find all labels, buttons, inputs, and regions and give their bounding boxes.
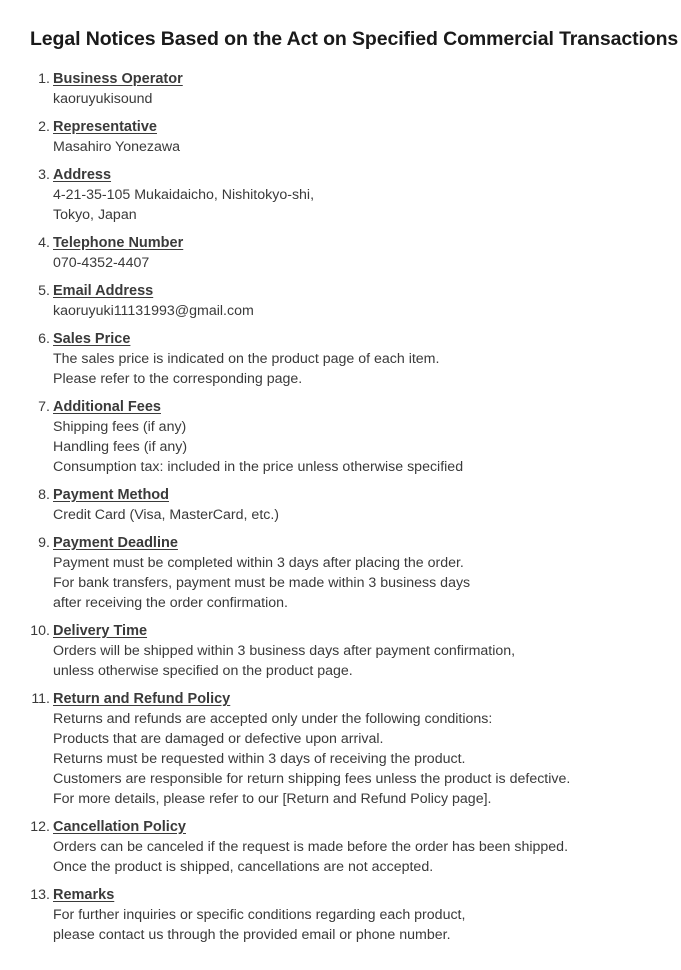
item-line: 070-4352-4407 — [53, 255, 150, 271]
item-line: For more details, please refer to our [R… — [53, 791, 492, 807]
notice-item-3: 3. Address 4-21-35-105 Mukaidaicho, Nish… — [30, 165, 681, 225]
item-number: 11. — [31, 691, 50, 707]
item-line: Once the product is shipped, cancellatio… — [53, 859, 434, 875]
notice-item-11: 11. Return and Refund Policy Returns and… — [30, 689, 681, 809]
item-body: Payment must be completed within 3 days … — [53, 553, 681, 613]
notice-item-7: 7. Additional Fees Shipping fees (if any… — [30, 397, 681, 477]
item-heading: Email Address — [53, 283, 154, 299]
item-number: 13. — [30, 887, 50, 903]
item-heading: Payment Deadline — [53, 535, 178, 551]
item-heading: Return and Refund Policy — [53, 691, 231, 707]
item-body: Returns and refunds are accepted only un… — [53, 709, 681, 809]
notice-item-8: 8. Payment Method Credit Card (Visa, Mas… — [30, 485, 681, 525]
item-line: Customers are responsible for return shi… — [53, 771, 571, 787]
notice-item-13: 13. Remarks For further inquiries or spe… — [30, 885, 681, 945]
item-line: Handling fees (if any) — [53, 439, 188, 455]
item-body: Credit Card (Visa, MasterCard, etc.) — [53, 505, 681, 525]
item-body: kaoruyuki11131993@gmail.com — [53, 301, 681, 321]
item-number: 4. — [38, 235, 50, 251]
notice-list: 1. Business Operator kaoruyukisound 2. R… — [30, 69, 681, 945]
item-heading: Business Operator — [53, 71, 183, 87]
item-heading: Representative — [53, 119, 157, 135]
notice-item-5: 5. Email Address kaoruyuki11131993@gmail… — [30, 281, 681, 321]
item-line: unless otherwise specified on the produc… — [53, 663, 353, 679]
item-heading: Cancellation Policy — [53, 819, 186, 835]
item-number: 12. — [30, 819, 50, 835]
item-heading: Telephone Number — [53, 235, 184, 251]
item-body: 070-4352-4407 — [53, 253, 681, 273]
item-body: 4-21-35-105 Mukaidaicho, Nishitokyo-shi,… — [53, 185, 681, 225]
notice-item-2: 2. Representative Masahiro Yonezawa — [30, 117, 681, 157]
item-line: after receiving the order confirmation. — [53, 595, 288, 611]
item-body: The sales price is indicated on the prod… — [53, 349, 681, 389]
item-line: The sales price is indicated on the prod… — [53, 351, 440, 367]
item-number: 8. — [38, 487, 50, 503]
item-number: 7. — [38, 399, 50, 415]
item-heading: Additional Fees — [53, 399, 161, 415]
item-line: Shipping fees (if any) — [53, 419, 187, 435]
notice-item-6: 6. Sales Price The sales price is indica… — [30, 329, 681, 389]
item-line: Returns must be requested within 3 days … — [53, 751, 466, 767]
page-title: Legal Notices Based on the Act on Specif… — [30, 28, 679, 50]
item-body: Shipping fees (if any) Handling fees (if … — [53, 417, 681, 477]
item-line: Payment must be completed within 3 days … — [53, 555, 464, 571]
item-line: For further inquiries or specific condit… — [53, 907, 466, 923]
item-line: Returns and refunds are accepted only un… — [53, 711, 493, 727]
item-line: Products that are damaged or defective u… — [53, 731, 384, 747]
item-body: Masahiro Yonezawa — [53, 137, 681, 157]
item-number: 1. — [38, 71, 50, 87]
item-line: Please refer to the corresponding page. — [53, 371, 303, 387]
item-number: 6. — [38, 331, 50, 347]
item-line: please contact us through the provided e… — [53, 927, 451, 943]
item-line: kaoruyukisound — [53, 91, 153, 107]
item-number: 2. — [38, 119, 50, 135]
item-number: 5. — [38, 283, 50, 299]
item-line: 4-21-35-105 Mukaidaicho, Nishitokyo-shi, — [53, 187, 315, 203]
item-heading: Sales Price — [53, 331, 131, 347]
item-body: For further inquiries or specific condit… — [53, 905, 681, 945]
notice-item-10: 10. Delivery Time Orders will be shipped… — [30, 621, 681, 681]
notice-item-9: 9. Payment Deadline Payment must be comp… — [30, 533, 681, 613]
item-number: 10. — [30, 623, 50, 639]
legal-notice-page: Legal Notices Based on the Act on Specif… — [0, 0, 681, 970]
notice-item-12: 12. Cancellation Policy Orders can be ca… — [30, 817, 681, 877]
item-line: Orders can be canceled if the request is… — [53, 839, 569, 855]
item-number: 3. — [38, 167, 50, 183]
notice-item-1: 1. Business Operator kaoruyukisound — [30, 69, 681, 109]
item-line: kaoruyuki11131993@gmail.com — [53, 303, 254, 319]
item-heading: Delivery Time — [53, 623, 148, 639]
item-line: Orders will be shipped within 3 business… — [53, 643, 516, 659]
item-heading: Remarks — [53, 887, 115, 903]
item-line: Tokyo, Japan — [53, 207, 137, 223]
item-line: Masahiro Yonezawa — [53, 139, 180, 155]
item-number: 9. — [38, 535, 50, 551]
item-line: Credit Card (Visa, MasterCard, etc.) — [53, 507, 280, 523]
item-body: Orders can be canceled if the request is… — [53, 837, 681, 877]
notice-item-4: 4. Telephone Number 070-4352-4407 — [30, 233, 681, 273]
item-heading: Address — [53, 167, 112, 183]
item-line: For bank transfers, payment must be made… — [53, 575, 471, 591]
item-line: Consumption tax: included in the price u… — [53, 459, 464, 475]
item-heading: Payment Method — [53, 487, 170, 503]
item-body: Orders will be shipped within 3 business… — [53, 641, 681, 681]
item-body: kaoruyukisound — [53, 89, 681, 109]
